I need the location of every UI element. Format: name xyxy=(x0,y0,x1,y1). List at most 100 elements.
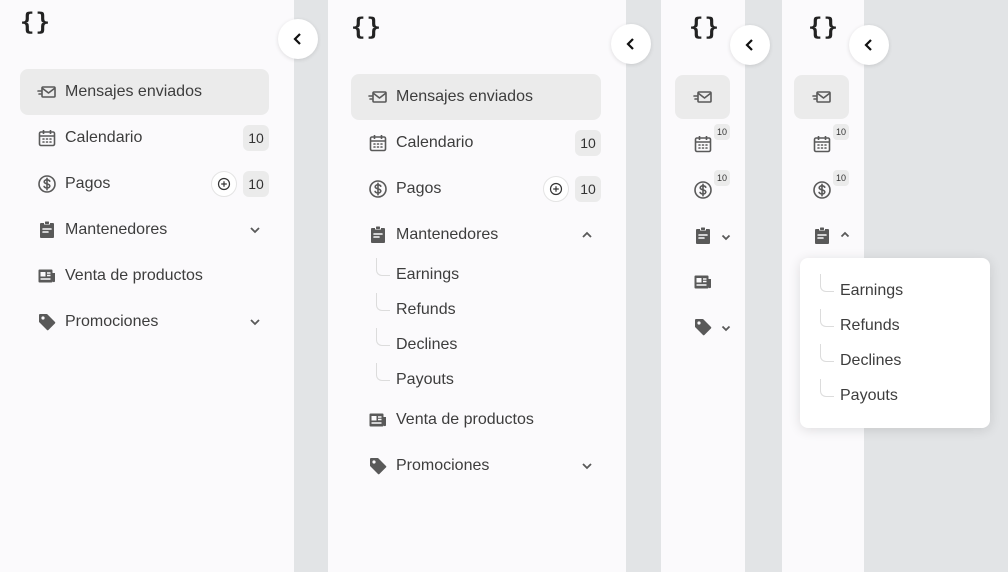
submenu-item-payouts[interactable]: Payouts xyxy=(820,378,898,413)
dollar-circle-icon xyxy=(368,179,388,199)
collapse-sidebar-button[interactable] xyxy=(278,19,318,59)
tag-icon xyxy=(694,319,711,336)
submenu-label: Earnings xyxy=(840,281,904,299)
nav-label: Promociones xyxy=(65,313,159,330)
newspaper-icon xyxy=(37,266,57,286)
submenu-label: Refunds xyxy=(840,316,900,334)
nav-item-calendar[interactable]: Calendario xyxy=(351,120,601,166)
nav-label: Promociones xyxy=(396,457,490,474)
nav-item-calendar[interactable]: Calendario xyxy=(20,115,269,161)
logo-braces-icon: {} xyxy=(808,13,839,41)
submenu-item-earnings[interactable]: Earnings xyxy=(376,257,459,292)
nav-label: Mensajes enviados xyxy=(396,88,533,105)
logo-braces-icon: {} xyxy=(689,13,720,41)
count-badge: 10 xyxy=(243,171,269,197)
nav-label: Venta de productos xyxy=(65,267,203,284)
nav-item-sent-messages[interactable] xyxy=(675,75,730,119)
plus-circle-icon xyxy=(549,182,563,196)
dollar-circle-icon xyxy=(812,181,831,199)
submenu-label: Payouts xyxy=(396,370,454,388)
nav-label: Calendario xyxy=(65,129,143,146)
submenu-maintainers: Earnings Refunds Declines Payouts xyxy=(376,257,576,397)
add-payment-button[interactable] xyxy=(543,176,569,202)
nav-item-sent-messages[interactable]: Mensajes enviados xyxy=(351,74,601,120)
add-payment-button[interactable] xyxy=(211,171,237,197)
nav-label: Pagos xyxy=(396,180,442,197)
nav-label: Venta de productos xyxy=(396,411,534,428)
chevron-down-icon[interactable] xyxy=(720,231,732,243)
clipboard-icon xyxy=(37,220,57,240)
chevron-left-icon xyxy=(745,39,753,51)
chevron-left-icon xyxy=(293,33,301,45)
count-badge: 10 xyxy=(575,176,601,202)
plus-circle-icon xyxy=(217,177,231,191)
nav-item-promotions[interactable]: Promociones xyxy=(351,443,601,489)
logo-braces-icon: {} xyxy=(20,8,51,36)
submenu-maintainers: Earnings Refunds Declines Payouts xyxy=(820,273,980,413)
submenu-item-earnings[interactable]: Earnings xyxy=(820,273,903,308)
nav-item-maintainers[interactable]: Mantenedores xyxy=(20,207,269,253)
calendar-icon xyxy=(694,136,711,153)
submenu-label: Payouts xyxy=(840,386,898,404)
logo-braces-icon: {} xyxy=(351,13,382,41)
chevron-down-icon[interactable] xyxy=(720,322,732,334)
nav-label: Mantenedores xyxy=(396,226,499,243)
chevron-down-icon[interactable] xyxy=(248,315,262,329)
submenu-label: Declines xyxy=(396,335,458,353)
chevron-up-icon[interactable] xyxy=(580,228,594,242)
nav-item-product-sales[interactable] xyxy=(675,260,730,304)
count-badge: 10 xyxy=(575,130,601,156)
chevron-left-icon xyxy=(626,38,634,50)
nav-label: Mantenedores xyxy=(65,221,168,238)
clipboard-icon xyxy=(695,227,710,244)
nav-item-product-sales[interactable]: Venta de productos xyxy=(20,253,269,299)
count-badge: 10 xyxy=(714,170,730,186)
tag-icon xyxy=(368,456,388,476)
submenu-item-refunds[interactable]: Refunds xyxy=(820,308,900,343)
calendar-icon xyxy=(368,133,388,153)
submenu-item-declines[interactable]: Declines xyxy=(820,343,901,378)
nav-item-promotions[interactable]: Promociones xyxy=(20,299,269,345)
count-badge: 10 xyxy=(833,124,849,140)
newspaper-icon xyxy=(694,275,711,289)
nav-item-maintainers[interactable]: Mantenedores xyxy=(351,212,601,258)
mail-send-icon xyxy=(368,87,388,107)
newspaper-icon xyxy=(368,410,388,430)
nav-item-sent-messages[interactable] xyxy=(794,75,849,119)
collapse-sidebar-button[interactable] xyxy=(611,24,651,64)
submenu-item-payouts[interactable]: Payouts xyxy=(376,362,454,397)
nav-item-sent-messages[interactable]: Mensajes enviados xyxy=(20,69,269,115)
count-badge: 10 xyxy=(714,124,730,140)
chevron-down-icon[interactable] xyxy=(580,459,594,473)
nav-label: Mensajes enviados xyxy=(65,83,202,100)
chevron-down-icon[interactable] xyxy=(248,223,262,237)
submenu-label: Refunds xyxy=(396,300,456,318)
sidebar-collapsed: {} 10 10 xyxy=(661,0,745,572)
expand-sidebar-button[interactable] xyxy=(730,25,770,65)
tag-icon xyxy=(37,312,57,332)
count-badge: 10 xyxy=(833,170,849,186)
nav-item-product-sales[interactable]: Venta de productos xyxy=(351,397,601,443)
mail-send-icon xyxy=(811,91,831,103)
sidebar-expanded-open: {} Mensajes enviados Calendario 10 Pagos… xyxy=(328,0,626,572)
submenu-label: Declines xyxy=(840,351,902,369)
dollar-circle-icon xyxy=(37,174,57,194)
mail-send-icon xyxy=(692,91,712,103)
nav-label: Calendario xyxy=(396,134,474,151)
calendar-icon xyxy=(813,136,830,153)
chevron-up-icon[interactable] xyxy=(839,229,851,241)
submenu-popover: Earnings Refunds Declines Payouts xyxy=(800,258,990,428)
submenu-item-refunds[interactable]: Refunds xyxy=(376,292,456,327)
nav-label: Pagos xyxy=(65,175,111,192)
clipboard-icon xyxy=(814,227,829,244)
calendar-icon xyxy=(37,128,57,148)
clipboard-icon xyxy=(368,225,388,245)
submenu-item-declines[interactable]: Declines xyxy=(376,327,457,362)
expand-sidebar-button[interactable] xyxy=(849,25,889,65)
mail-send-icon xyxy=(37,82,57,102)
count-badge: 10 xyxy=(243,125,269,151)
sidebar-expanded: {} Mensajes enviados Calendario 10 Pagos… xyxy=(0,0,294,572)
submenu-label: Earnings xyxy=(396,265,460,283)
dollar-circle-icon xyxy=(693,181,712,199)
chevron-left-icon xyxy=(864,39,872,51)
